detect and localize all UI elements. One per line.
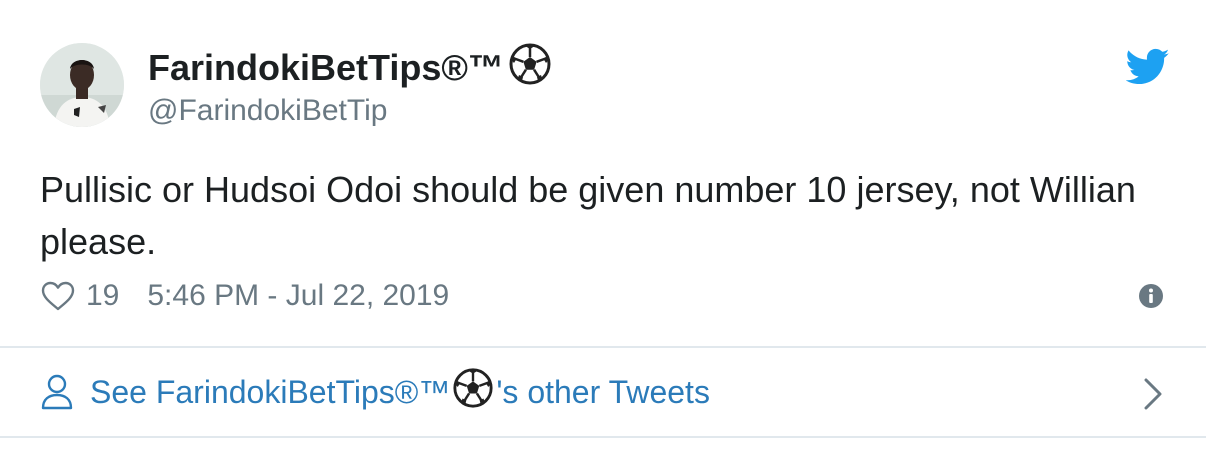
- soccer-ball-icon: [452, 367, 494, 417]
- divider: [0, 346, 1206, 348]
- timestamp[interactable]: 5:46 PM - Jul 22, 2019: [147, 279, 449, 313]
- user-handle[interactable]: @FarindokiBetTip: [148, 94, 387, 128]
- embedded-tweet-card: FarindokiBetTips®™ @FarindokiBetTip Pull…: [0, 0, 1206, 450]
- display-name[interactable]: FarindokiBetTips®™: [148, 42, 552, 95]
- divider: [0, 436, 1206, 438]
- avatar[interactable]: [40, 43, 124, 127]
- twitter-bird-icon[interactable]: [1125, 48, 1170, 86]
- person-icon: [41, 374, 73, 410]
- tweet-meta: 19 5:46 PM - Jul 22, 2019: [40, 276, 449, 316]
- info-icon[interactable]: [1138, 283, 1164, 309]
- other-tweets-prefix: See FarindokiBetTips®™: [90, 373, 451, 410]
- heart-icon[interactable]: [40, 280, 76, 312]
- soccer-ball-icon: [508, 42, 552, 95]
- see-other-tweets-link[interactable]: See FarindokiBetTips®™ 's other Tweets: [40, 368, 1180, 416]
- chevron-right-icon[interactable]: [1142, 377, 1164, 411]
- tweet-text: Pullisic or Hudsoi Odoi should be given …: [40, 169, 1136, 262]
- display-name-text: FarindokiBetTips®™: [148, 47, 504, 88]
- other-tweets-suffix: 's other Tweets: [496, 373, 710, 410]
- like-count[interactable]: 19: [86, 279, 119, 313]
